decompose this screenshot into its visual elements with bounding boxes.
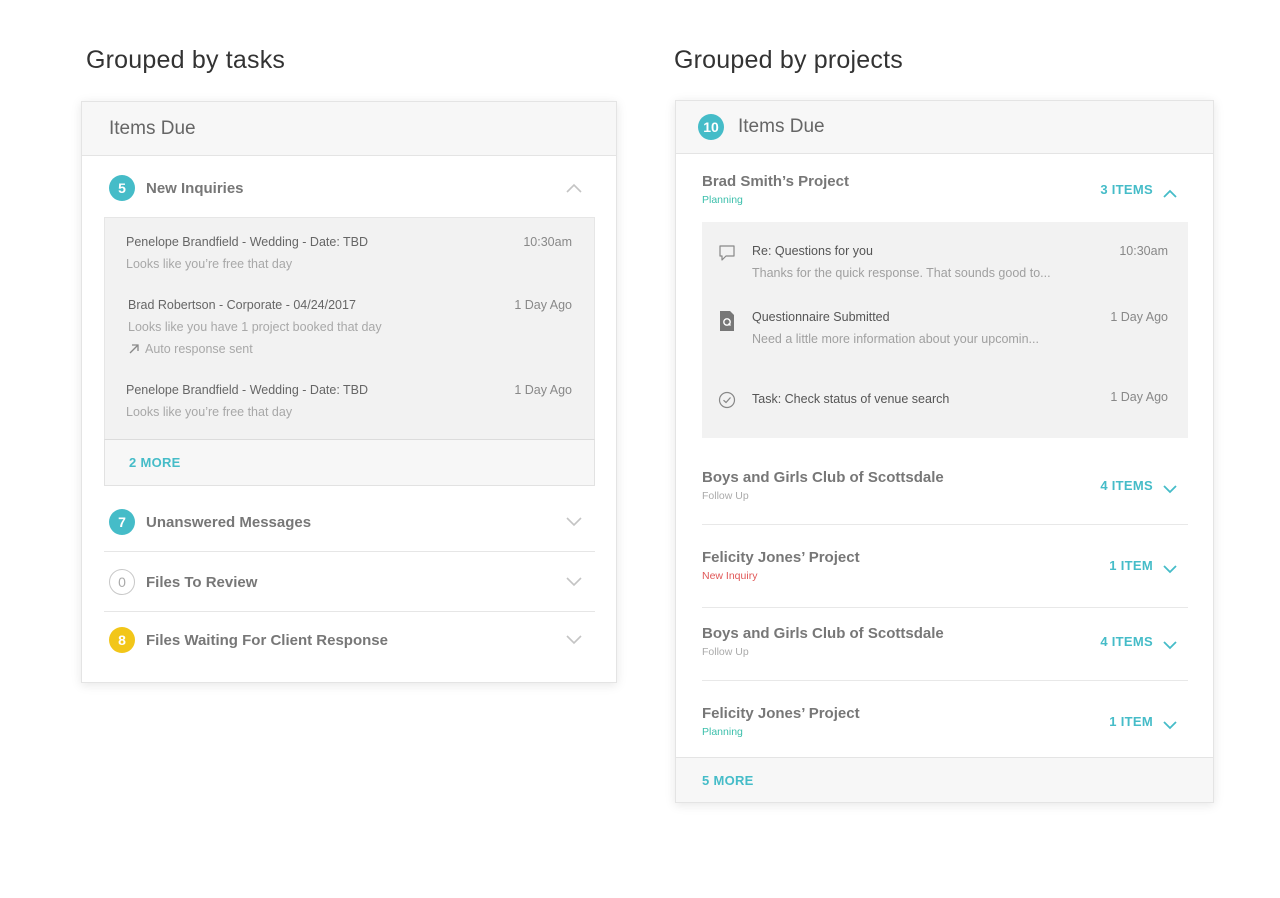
list-item[interactable]: Task: Check status of venue search 1 Day… bbox=[718, 390, 1168, 409]
project-items-panel: Re: Questions for you Thanks for the qui… bbox=[702, 222, 1188, 438]
card-title: Items Due bbox=[738, 116, 825, 137]
grouped-by-tasks-heading: Grouped by tasks bbox=[86, 46, 286, 74]
grouped-by-projects-heading: Grouped by projects bbox=[674, 46, 903, 74]
project-row[interactable]: Boys and Girls Club of Scottsdale Follow… bbox=[702, 469, 1187, 502]
items-due-by-projects-card: 10 Items Due Brad Smith’s Project Planni… bbox=[675, 100, 1214, 803]
item-count: 1 ITEM bbox=[1109, 558, 1153, 573]
list-item[interactable]: Penelope Brandfield - Wedding - Date: TB… bbox=[126, 383, 572, 419]
section-label: Files To Review bbox=[146, 573, 258, 591]
project-row[interactable]: Boys and Girls Club of Scottsdale Follow… bbox=[702, 625, 1187, 658]
section-unanswered-messages[interactable]: 7 Unanswered Messages bbox=[109, 509, 594, 535]
chevron-down-icon[interactable] bbox=[1163, 637, 1177, 655]
auto-response-note: Auto response sent bbox=[128, 342, 572, 356]
count-badge: 7 bbox=[109, 509, 135, 535]
more-link[interactable]: 2 MORE bbox=[104, 439, 595, 486]
item-count: 4 ITEMS bbox=[1100, 634, 1153, 649]
project-row[interactable]: Felicity Jones’ Project Planning 1 ITEM bbox=[702, 705, 1187, 738]
item-time: 10:30am bbox=[1119, 244, 1168, 258]
section-label: New Inquiries bbox=[146, 179, 244, 197]
item-count: 3 ITEMS bbox=[1100, 182, 1153, 197]
project-row[interactable]: Brad Smith’s Project Planning 3 ITEMS bbox=[702, 173, 1187, 206]
card-header: Items Due bbox=[82, 102, 616, 156]
chevron-down-icon[interactable] bbox=[1163, 717, 1177, 735]
arrow-up-right-icon bbox=[129, 344, 139, 354]
item-subtitle: Thanks for the quick response. That soun… bbox=[752, 266, 1051, 280]
list-item[interactable]: Re: Questions for you Thanks for the qui… bbox=[718, 244, 1168, 280]
section-files-to-review[interactable]: 0 Files To Review bbox=[109, 569, 594, 595]
divider bbox=[104, 611, 595, 612]
divider bbox=[702, 524, 1188, 525]
item-title: Task: Check status of venue search bbox=[752, 392, 950, 406]
item-subtitle: Looks like you have 1 project booked tha… bbox=[128, 320, 382, 334]
chevron-up-icon[interactable] bbox=[1163, 185, 1177, 203]
card-header: 10 Items Due bbox=[676, 101, 1213, 154]
chevron-down-icon[interactable] bbox=[1163, 561, 1177, 579]
section-files-waiting[interactable]: 8 Files Waiting For Client Response bbox=[109, 627, 594, 653]
count-badge: 8 bbox=[109, 627, 135, 653]
card-title: Items Due bbox=[109, 117, 196, 139]
section-label: Unanswered Messages bbox=[146, 513, 312, 531]
list-item[interactable]: Penelope Brandfield - Wedding - Date: TB… bbox=[126, 235, 572, 271]
item-time: 1 Day Ago bbox=[1110, 390, 1168, 404]
list-item[interactable]: Questionnaire Submitted Need a little mo… bbox=[718, 310, 1168, 346]
project-row[interactable]: Felicity Jones’ Project New Inquiry 1 IT… bbox=[702, 549, 1187, 582]
section-new-inquiries[interactable]: 5 New Inquiries bbox=[109, 175, 594, 201]
item-count: 4 ITEMS bbox=[1100, 478, 1153, 493]
chat-bubble-icon bbox=[718, 244, 736, 267]
items-due-by-tasks-card: Items Due 5 New Inquiries Penelope Brand… bbox=[81, 101, 617, 683]
check-circle-icon bbox=[718, 391, 736, 414]
item-title: Re: Questions for you bbox=[752, 244, 873, 258]
questionnaire-file-icon bbox=[718, 310, 736, 337]
count-badge: 10 bbox=[698, 114, 724, 140]
divider bbox=[702, 680, 1188, 681]
chevron-down-icon[interactable] bbox=[566, 577, 582, 587]
item-title: Penelope Brandfield - Wedding - Date: TB… bbox=[126, 383, 369, 397]
more-link[interactable]: 5 MORE bbox=[676, 757, 1213, 802]
item-time: 1 Day Ago bbox=[514, 383, 572, 397]
item-subtitle: Looks like you’re free that day bbox=[126, 257, 293, 271]
count-badge: 5 bbox=[109, 175, 135, 201]
list-item[interactable]: Brad Robertson - Corporate - 04/24/2017 … bbox=[128, 298, 572, 356]
item-subtitle: Looks like you’re free that day bbox=[126, 405, 293, 419]
auto-response-text: Auto response sent bbox=[145, 342, 253, 356]
item-subtitle: Need a little more information about you… bbox=[752, 332, 1039, 346]
item-title: Questionnaire Submitted bbox=[752, 310, 890, 324]
chevron-down-icon[interactable] bbox=[1163, 481, 1177, 499]
item-title: Penelope Brandfield - Wedding - Date: TB… bbox=[126, 235, 369, 249]
divider bbox=[104, 551, 595, 552]
item-count: 1 ITEM bbox=[1109, 714, 1153, 729]
section-label: Files Waiting For Client Response bbox=[146, 631, 388, 649]
chevron-down-icon[interactable] bbox=[566, 517, 582, 527]
divider bbox=[702, 607, 1188, 608]
chevron-down-icon[interactable] bbox=[566, 635, 582, 645]
chevron-up-icon[interactable] bbox=[566, 183, 582, 193]
item-title: Brad Robertson - Corporate - 04/24/2017 bbox=[128, 298, 356, 312]
count-badge: 0 bbox=[109, 569, 135, 595]
item-time: 10:30am bbox=[523, 235, 572, 249]
item-time: 1 Day Ago bbox=[514, 298, 572, 312]
item-time: 1 Day Ago bbox=[1110, 310, 1168, 324]
